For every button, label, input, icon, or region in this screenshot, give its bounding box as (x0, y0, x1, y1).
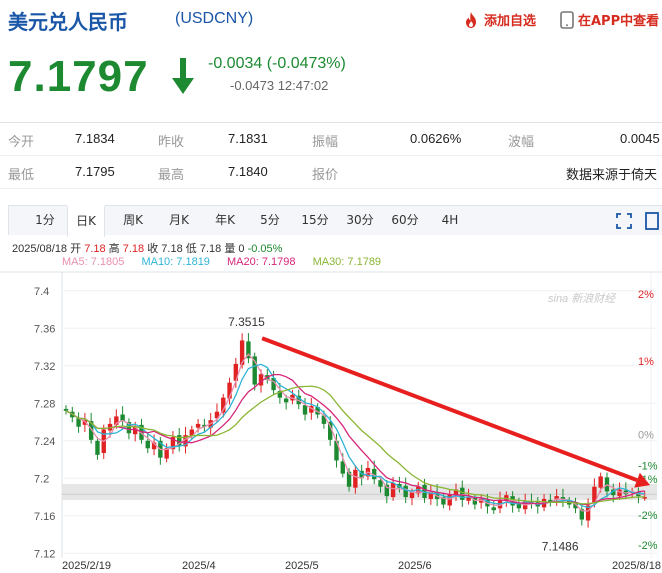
quote-stats: 今开 7.1834 昨收 7.1831 振幅 0.0626% 波幅 0.0045… (0, 122, 662, 189)
amplitude-value: 0.0626% (410, 131, 462, 146)
ohlc-open: 7.18 (84, 243, 106, 255)
ohlc-pct: -0.05% (247, 243, 283, 255)
flame-icon (466, 11, 476, 28)
settings-icon[interactable] (645, 212, 659, 230)
low-value: 7.1795 (75, 164, 115, 179)
tab-monthly[interactable]: 月K (161, 206, 197, 235)
phone-icon (560, 10, 574, 29)
ohlc-high-label: 高 (108, 243, 120, 255)
add-favorite-button[interactable]: 添加自选 (462, 10, 536, 29)
x-tick-label: 2025/8/18 (612, 560, 661, 572)
min-price-label: 7.1486 (542, 539, 579, 553)
right-tick-label: 0% (638, 430, 654, 442)
right-tick-label: 2% (638, 289, 654, 301)
current-price: 7.1797 (8, 52, 149, 101)
page-title: 美元兑人民币 (8, 10, 128, 34)
open-in-app-link[interactable]: 在APP中查看 (560, 10, 659, 29)
price-change: -0.0034 (-0.0473%) (208, 55, 346, 72)
prev-close-label: 昨收 (158, 134, 185, 149)
ohlc-close: 7.18 (161, 243, 183, 255)
zero-band (62, 483, 657, 500)
y-tick-label: 7.32 (34, 361, 55, 373)
open-in-app-label: 在APP中查看 (578, 14, 660, 29)
candle-body (353, 469, 358, 488)
x-tick-label: 2025/5 (285, 560, 319, 572)
y-tick-label: 7.28 (34, 398, 55, 410)
quote-label: 报价 (312, 167, 339, 182)
tab-yearly[interactable]: 年K (207, 206, 243, 235)
candle-body (390, 482, 396, 498)
currency-code: (USDCNY) (175, 10, 254, 27)
kline-chart[interactable]: 7.4 7.36 7.32 7.28 7.24 7.2 7.16 7.12 2% 1% 0% -1% -… (0, 270, 662, 573)
tab-1min[interactable]: 1分 (27, 206, 63, 235)
y-tick-label: 7.16 (34, 511, 55, 523)
tab-60min[interactable]: 60分 (387, 206, 423, 235)
wave-label: 波幅 (508, 134, 535, 149)
quote-header: 美元兑人民币 (USDCNY) 添加自选 在APP中查看 (0, 0, 662, 40)
right-tick-label: -1% (638, 460, 658, 472)
candle-body (403, 485, 408, 498)
ma20-value: MA20: 7.1798 (227, 256, 296, 268)
ohlc-high: 7.18 (122, 243, 145, 255)
change-time: -0.0473 12:47:02 (230, 78, 329, 93)
ohlc-readout: 2025/08/18 开 7.18 高 7.18 收 7.18 低 7.18 量… (12, 240, 282, 256)
y-tick-label: 7.2 (34, 473, 49, 485)
tab-30min[interactable]: 30分 (342, 206, 378, 235)
tab-weekly[interactable]: 周K (115, 206, 151, 235)
candle-body (95, 440, 100, 455)
ohlc-close-label: 收 (147, 243, 159, 255)
candle-body (409, 492, 415, 498)
open-value: 7.1834 (75, 131, 115, 146)
right-tick-label: -2% (638, 510, 658, 522)
y-tick-label: 7.12 (34, 548, 55, 560)
low-label: 最低 (8, 167, 35, 182)
ohlc-vol-label: 量 (224, 243, 236, 255)
stats-row-1: 今开 7.1834 昨收 7.1831 振幅 0.0626% 波幅 0.0045 (0, 123, 662, 156)
prev-close-value: 7.1831 (228, 131, 268, 146)
arrow-down-icon (172, 58, 194, 94)
candle-body (63, 408, 69, 411)
x-tick-label: 2025/6 (398, 560, 432, 572)
right-tick-label: -2% (638, 540, 658, 552)
candle-body (195, 423, 201, 428)
y-tick-label: 7.36 (34, 323, 55, 335)
right-tick-label: 1% (638, 356, 654, 368)
period-tabs: 1分 日K 周K 月K 年K 5分 15分 30分 60分 4H (8, 205, 662, 237)
candle-body (145, 440, 150, 449)
tab-15min[interactable]: 15分 (297, 206, 333, 235)
ohlc-vol: 0 (238, 243, 245, 255)
ma10-value: MA10: 7.1819 (141, 256, 210, 268)
x-tick-label: 2025/4 (182, 560, 216, 572)
candle-body (598, 476, 603, 488)
ohlc-low-label: 低 (185, 243, 197, 255)
ohlc-open-label: 开 (70, 243, 82, 255)
candle-body (447, 494, 452, 506)
ma30-value: MA30: 7.1789 (312, 256, 382, 268)
open-label: 今开 (8, 134, 35, 149)
candle-body (302, 405, 308, 415)
ma5-value: MA5: 7.1805 (62, 256, 125, 268)
watermark: sina 新浪财经 (548, 292, 616, 305)
add-favorite-label: 添加自选 (484, 14, 537, 29)
ohlc-low: 7.18 (199, 243, 222, 255)
y-tick-label: 7.4 (34, 286, 49, 298)
stats-row-2: 最低 7.1795 最高 7.1840 报价 数据来源于倚天 (0, 156, 662, 189)
tab-5min[interactable]: 5分 (252, 206, 288, 235)
high-value: 7.1840 (228, 164, 268, 179)
max-price-label: 7.3515 (228, 315, 265, 329)
tab-4h[interactable]: 4H (432, 206, 468, 235)
tab-daily[interactable]: 日K (67, 205, 105, 237)
high-label: 最高 (158, 167, 185, 182)
fullscreen-icon[interactable] (616, 213, 632, 229)
candle-body (283, 398, 289, 403)
wave-value: 0.0045 (620, 131, 660, 146)
x-tick-label: 2025/2/19 (62, 560, 111, 572)
ohlc-date: 2025/08/18 (12, 243, 68, 255)
amplitude-label: 振幅 (312, 134, 339, 149)
y-tick-label: 7.24 (34, 436, 55, 448)
ma-legend: MA5: 7.1805 MA10: 7.1819 MA20: 7.1798 MA… (62, 256, 395, 268)
candle-body (491, 507, 496, 511)
data-source: 数据来源于倚天 (566, 167, 658, 182)
